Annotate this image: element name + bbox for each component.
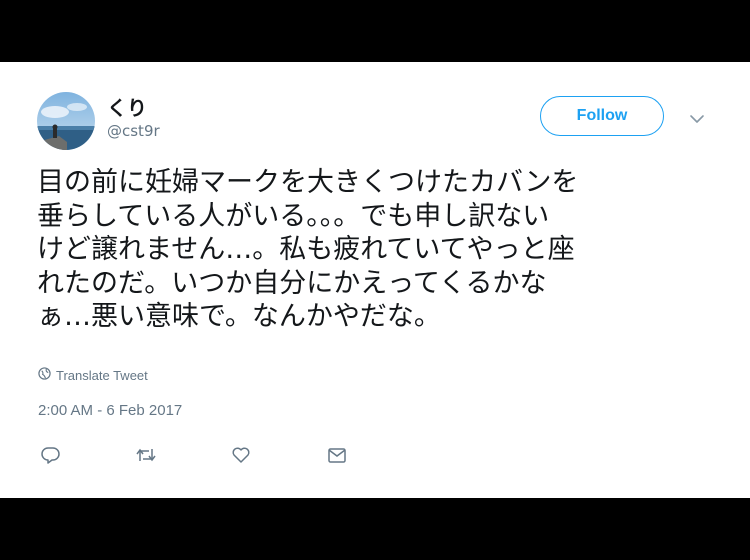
globe-icon [38,367,51,383]
translate-label[interactable]: Translate Tweet [56,368,148,383]
translate-tweet-link[interactable]: Translate Tweet [38,367,148,383]
tweet-text: 目の前に妊婦マークを大きくつけたカバンを 垂らしている人がいる。。。でも申し訳な… [37,166,717,334]
tweet-card: くり @cst9r Follow 目の前に妊婦マークを大きくつけたカバンを 垂ら… [0,62,750,498]
tweet-text-line: 目の前に妊婦マークを大きくつけたカバンを [37,167,579,198]
heart-icon[interactable] [230,444,252,466]
tweet-text-line: れたのだ。いつか自分にかえってくるかな [37,267,547,299]
reply-icon[interactable] [40,444,62,466]
tweet-text-line: ぁ…悪い意味で。なんかやだな。 [37,301,441,332]
tweet-text-line: けど譲れません…。私も疲れていてやっと座 [37,234,575,265]
envelope-icon[interactable] [326,444,348,466]
avatar[interactable] [37,92,95,150]
action-bar [0,444,750,468]
follow-button[interactable]: Follow [540,96,664,136]
chevron-down-icon[interactable] [689,110,705,123]
tweet-text-line: 垂らしている人がいる。。。でも申し訳ない [37,200,550,232]
retweet-icon[interactable] [135,444,157,466]
tweet-timestamp[interactable]: 2:00 AM - 6 Feb 2017 [38,402,182,419]
user-handle[interactable]: @cst9r [107,122,160,140]
display-name[interactable]: くり [107,92,147,121]
